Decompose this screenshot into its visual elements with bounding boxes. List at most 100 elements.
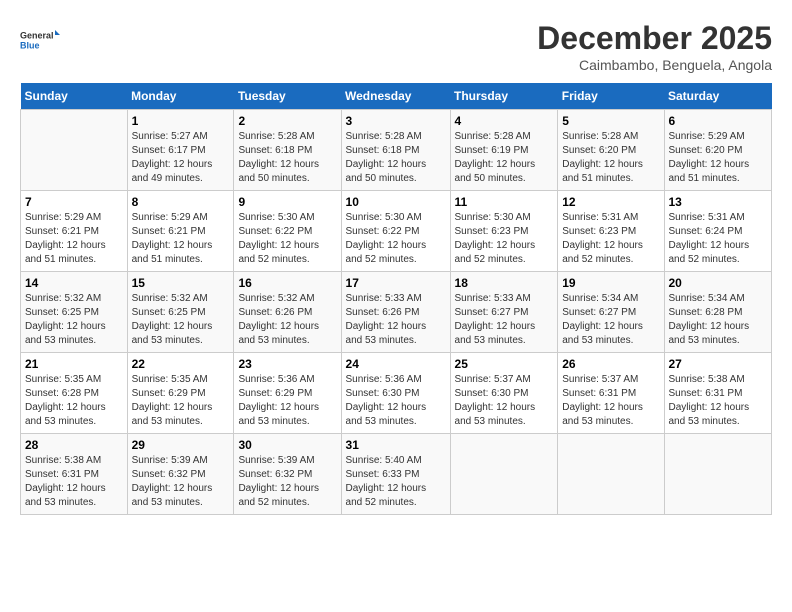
calendar-cell: 11Sunrise: 5:30 AM Sunset: 6:23 PM Dayli… bbox=[450, 191, 558, 272]
calendar-day-header: Tuesday bbox=[234, 83, 341, 110]
cell-info: Sunrise: 5:30 AM Sunset: 6:22 PM Dayligh… bbox=[346, 211, 446, 267]
cell-info: Sunrise: 5:34 AM Sunset: 6:28 PM Dayligh… bbox=[669, 292, 768, 348]
cell-info: Sunrise: 5:38 AM Sunset: 6:31 PM Dayligh… bbox=[25, 454, 123, 510]
date-number: 19 bbox=[562, 276, 659, 290]
main-title: December 2025 bbox=[537, 20, 772, 57]
cell-info: Sunrise: 5:37 AM Sunset: 6:31 PM Dayligh… bbox=[562, 373, 659, 429]
cell-info: Sunrise: 5:32 AM Sunset: 6:25 PM Dayligh… bbox=[132, 292, 230, 348]
date-number: 14 bbox=[25, 276, 123, 290]
date-number: 3 bbox=[346, 114, 446, 128]
cell-info: Sunrise: 5:35 AM Sunset: 6:28 PM Dayligh… bbox=[25, 373, 123, 429]
date-number: 12 bbox=[562, 195, 659, 209]
date-number: 16 bbox=[238, 276, 336, 290]
svg-text:General: General bbox=[20, 31, 54, 41]
calendar-day-header: Wednesday bbox=[341, 83, 450, 110]
calendar-cell: 6Sunrise: 5:29 AM Sunset: 6:20 PM Daylig… bbox=[664, 110, 772, 191]
logo: General Blue bbox=[20, 20, 60, 60]
date-number: 30 bbox=[238, 438, 336, 452]
calendar-row: 14 Sunrise: 5:32 AM Sunset: 6:25 PM Dayli… bbox=[21, 272, 772, 353]
cell-info: Sunrise: 5:28 AM Sunset: 6:20 PM Dayligh… bbox=[562, 130, 659, 186]
calendar-day-header: Saturday bbox=[664, 83, 772, 110]
cell-info: Sunrise: 5:39 AM Sunset: 6:32 PM Dayligh… bbox=[238, 454, 336, 510]
date-number: 31 bbox=[346, 438, 446, 452]
date-number: 9 bbox=[238, 195, 336, 209]
cell-info: Sunrise: 5:33 AM Sunset: 6:27 PM Dayligh… bbox=[455, 292, 554, 348]
cell-info: Sunrise: 5:28 AM Sunset: 6:18 PM Dayligh… bbox=[346, 130, 446, 186]
calendar-body: 1Sunrise: 5:27 AM Sunset: 6:17 PM Daylig… bbox=[21, 110, 772, 515]
cell-info: Sunrise: 5:28 AM Sunset: 6:19 PM Dayligh… bbox=[455, 130, 554, 186]
calendar-cell: 8 Sunrise: 5:29 AM Sunset: 6:21 PM Daylig… bbox=[127, 191, 234, 272]
date-number: 21 bbox=[25, 357, 123, 371]
calendar-cell: 12 Sunrise: 5:31 AM Sunset: 6:23 PM Dayli… bbox=[558, 191, 664, 272]
cell-info: Sunrise: 5:30 AM Sunset: 6:23 PM Dayligh… bbox=[455, 211, 554, 267]
date-number: 29 bbox=[132, 438, 230, 452]
cell-info: Sunrise: 5:38 AM Sunset: 6:31 PM Dayligh… bbox=[669, 373, 768, 429]
calendar-row: 21 Sunrise: 5:35 AM Sunset: 6:28 PM Dayli… bbox=[21, 353, 772, 434]
date-number: 15 bbox=[132, 276, 230, 290]
calendar-row: 28 Sunrise: 5:38 AM Sunset: 6:31 PM Dayli… bbox=[21, 434, 772, 515]
calendar-cell: 27 Sunrise: 5:38 AM Sunset: 6:31 PM Dayli… bbox=[664, 353, 772, 434]
cell-info: Sunrise: 5:29 AM Sunset: 6:20 PM Dayligh… bbox=[669, 130, 768, 186]
date-number: 25 bbox=[455, 357, 554, 371]
calendar-cell: 28 Sunrise: 5:38 AM Sunset: 6:31 PM Dayli… bbox=[21, 434, 128, 515]
date-number: 22 bbox=[132, 357, 230, 371]
subtitle: Caimbambo, Benguela, Angola bbox=[537, 57, 772, 73]
calendar-cell: 23Sunrise: 5:36 AM Sunset: 6:29 PM Dayli… bbox=[234, 353, 341, 434]
calendar-cell: 26Sunrise: 5:37 AM Sunset: 6:31 PM Dayli… bbox=[558, 353, 664, 434]
calendar-cell bbox=[558, 434, 664, 515]
cell-info: Sunrise: 5:40 AM Sunset: 6:33 PM Dayligh… bbox=[346, 454, 446, 510]
calendar-header-row: SundayMondayTuesdayWednesdayThursdayFrid… bbox=[21, 83, 772, 110]
calendar-day-header: Sunday bbox=[21, 83, 128, 110]
calendar-cell: 10 Sunrise: 5:30 AM Sunset: 6:22 PM Dayli… bbox=[341, 191, 450, 272]
calendar-cell: 21 Sunrise: 5:35 AM Sunset: 6:28 PM Dayli… bbox=[21, 353, 128, 434]
date-number: 17 bbox=[346, 276, 446, 290]
date-number: 24 bbox=[346, 357, 446, 371]
date-number: 10 bbox=[346, 195, 446, 209]
calendar-cell: 20 Sunrise: 5:34 AM Sunset: 6:28 PM Dayli… bbox=[664, 272, 772, 353]
cell-info: Sunrise: 5:29 AM Sunset: 6:21 PM Dayligh… bbox=[132, 211, 230, 267]
calendar-cell: 22Sunrise: 5:35 AM Sunset: 6:29 PM Dayli… bbox=[127, 353, 234, 434]
calendar-row: 7 Sunrise: 5:29 AM Sunset: 6:21 PM Daylig… bbox=[21, 191, 772, 272]
date-number: 2 bbox=[238, 114, 336, 128]
calendar-cell: 13Sunrise: 5:31 AM Sunset: 6:24 PM Dayli… bbox=[664, 191, 772, 272]
cell-info: Sunrise: 5:39 AM Sunset: 6:32 PM Dayligh… bbox=[132, 454, 230, 510]
calendar-cell: 7Sunrise: 5:29 AM Sunset: 6:21 PM Daylig… bbox=[21, 191, 128, 272]
cell-info: Sunrise: 5:32 AM Sunset: 6:26 PM Dayligh… bbox=[238, 292, 336, 348]
calendar-cell bbox=[664, 434, 772, 515]
cell-info: Sunrise: 5:36 AM Sunset: 6:29 PM Dayligh… bbox=[238, 373, 336, 429]
calendar-cell bbox=[450, 434, 558, 515]
calendar-cell: 17 Sunrise: 5:33 AM Sunset: 6:26 PM Dayli… bbox=[341, 272, 450, 353]
header: General Blue December 2025 Caimbambo, Be… bbox=[20, 20, 772, 73]
date-number: 20 bbox=[669, 276, 768, 290]
cell-info: Sunrise: 5:32 AM Sunset: 6:25 PM Dayligh… bbox=[25, 292, 123, 348]
date-number: 5 bbox=[562, 114, 659, 128]
cell-info: Sunrise: 5:34 AM Sunset: 6:27 PM Dayligh… bbox=[562, 292, 659, 348]
calendar-cell: 31 Sunrise: 5:40 AM Sunset: 6:33 PM Dayli… bbox=[341, 434, 450, 515]
date-number: 8 bbox=[132, 195, 230, 209]
date-number: 7 bbox=[25, 195, 123, 209]
calendar-cell bbox=[21, 110, 128, 191]
calendar-cell: 16 Sunrise: 5:32 AM Sunset: 6:26 PM Dayli… bbox=[234, 272, 341, 353]
calendar-row: 1Sunrise: 5:27 AM Sunset: 6:17 PM Daylig… bbox=[21, 110, 772, 191]
calendar-cell: 24Sunrise: 5:36 AM Sunset: 6:30 PM Dayli… bbox=[341, 353, 450, 434]
svg-text:Blue: Blue bbox=[20, 41, 40, 51]
calendar-cell: 15 Sunrise: 5:32 AM Sunset: 6:25 PM Dayli… bbox=[127, 272, 234, 353]
cell-info: Sunrise: 5:33 AM Sunset: 6:26 PM Dayligh… bbox=[346, 292, 446, 348]
calendar-cell: 4 Sunrise: 5:28 AM Sunset: 6:19 PM Daylig… bbox=[450, 110, 558, 191]
calendar-cell: 19 Sunrise: 5:34 AM Sunset: 6:27 PM Dayli… bbox=[558, 272, 664, 353]
calendar-cell: 3 Sunrise: 5:28 AM Sunset: 6:18 PM Daylig… bbox=[341, 110, 450, 191]
logo-svg: General Blue bbox=[20, 20, 60, 60]
calendar-day-header: Friday bbox=[558, 83, 664, 110]
calendar-cell: 30 Sunrise: 5:39 AM Sunset: 6:32 PM Dayli… bbox=[234, 434, 341, 515]
calendar-cell: 29 Sunrise: 5:39 AM Sunset: 6:32 PM Dayli… bbox=[127, 434, 234, 515]
title-section: December 2025 Caimbambo, Benguela, Angol… bbox=[537, 20, 772, 73]
cell-info: Sunrise: 5:28 AM Sunset: 6:18 PM Dayligh… bbox=[238, 130, 336, 186]
date-number: 27 bbox=[669, 357, 768, 371]
date-number: 1 bbox=[132, 114, 230, 128]
calendar-cell: 5 Sunrise: 5:28 AM Sunset: 6:20 PM Daylig… bbox=[558, 110, 664, 191]
calendar-day-header: Monday bbox=[127, 83, 234, 110]
calendar-table: SundayMondayTuesdayWednesdayThursdayFrid… bbox=[20, 83, 772, 515]
cell-info: Sunrise: 5:31 AM Sunset: 6:23 PM Dayligh… bbox=[562, 211, 659, 267]
date-number: 28 bbox=[25, 438, 123, 452]
date-number: 4 bbox=[455, 114, 554, 128]
